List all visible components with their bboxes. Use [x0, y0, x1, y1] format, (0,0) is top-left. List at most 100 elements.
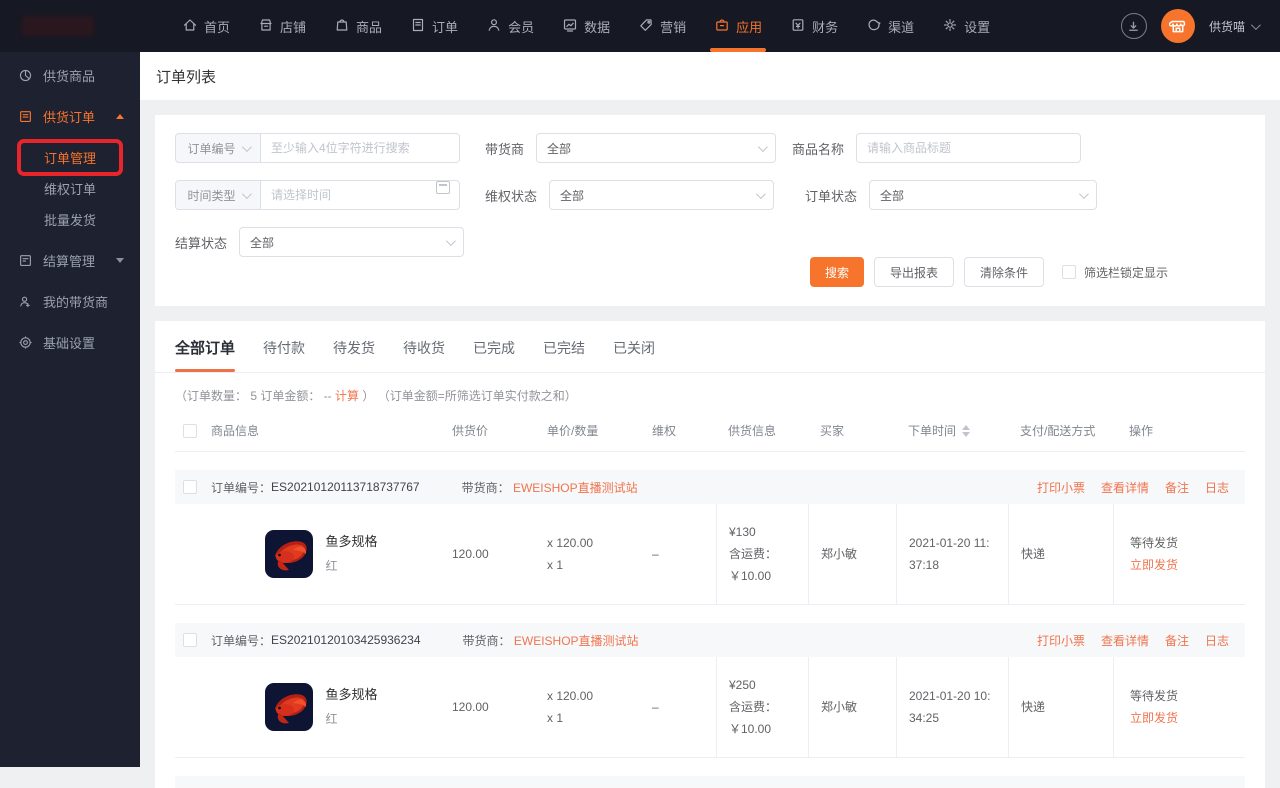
order-time-line1: 2021-01-20 10: — [909, 689, 991, 703]
nav-item-members[interactable]: 会员 — [472, 0, 548, 52]
nav-item-apps[interactable]: 应用 — [700, 0, 776, 52]
order-no-type-select[interactable]: 订单编号 — [176, 134, 261, 162]
nav-item-store[interactable]: 店铺 — [244, 0, 320, 52]
nav-item-data[interactable]: 数据 — [548, 0, 624, 52]
tab-pending-payment[interactable]: 待付款 — [263, 338, 305, 372]
pie-chart-icon — [19, 69, 32, 82]
order-status-select[interactable]: 全部 — [869, 180, 1098, 210]
row-checkbox[interactable] — [183, 480, 197, 494]
settle-status-select[interactable]: 全部 — [239, 227, 465, 257]
export-button[interactable]: 导出报表 — [874, 257, 955, 287]
nav-item-channel[interactable]: 渠道 — [852, 0, 928, 52]
product-name-input-wrap — [856, 133, 1082, 163]
nav-item-home[interactable]: 首页 — [168, 0, 244, 52]
sidebar-item-supply-goods[interactable]: 供货商品 — [0, 60, 140, 91]
sidebar-item-label: 结算管理 — [43, 254, 96, 269]
chevron-down-icon — [1078, 188, 1089, 199]
product-title: 鱼多规格 — [325, 687, 378, 702]
clear-button[interactable]: 清除条件 — [964, 257, 1045, 287]
col-header-supply-price: 供货价 — [452, 424, 489, 438]
nav-item-finance[interactable]: 财务 — [776, 0, 852, 52]
orders-panel: 全部订单 待付款 待发货 待收货 已完成 已完结 已关闭 （订单数量： 5 订单… — [155, 321, 1265, 788]
sidebar-item-my-resellers[interactable]: 我的带货商 — [0, 286, 140, 317]
view-detail-link[interactable]: 查看详情 — [1101, 479, 1149, 496]
row-checkbox[interactable] — [183, 633, 197, 647]
sidebar-item-settlement[interactable]: 结算管理 — [0, 245, 140, 276]
shop-link[interactable]: EWEISHOP直播测试站 — [514, 634, 639, 648]
log-link[interactable]: 日志 — [1205, 632, 1229, 649]
supply-total: ¥130 — [729, 525, 756, 539]
settlement-icon — [20, 255, 31, 266]
col-header-operate: 操作 — [1129, 424, 1154, 438]
sort-icon[interactable] — [962, 424, 971, 437]
nav-item-orders[interactable]: 订单 — [396, 0, 472, 52]
cell-checkbox-spacer — [175, 657, 205, 757]
print-receipt-link[interactable]: 打印小票 — [1037, 479, 1085, 496]
product-image — [265, 530, 314, 578]
main-content: 订单列表 订单编号 带货商 全部 商品名称 — [140, 52, 1280, 788]
sidebar-item-order-management[interactable]: 订单管理 — [0, 139, 140, 176]
reseller-select-value: 全部 — [547, 141, 572, 156]
calendar-icon — [436, 181, 450, 194]
order-no-input[interactable] — [261, 134, 459, 162]
chevron-down-icon — [445, 235, 456, 246]
tab-pending-receipt[interactable]: 待收货 — [403, 338, 445, 372]
product-spec: 红 — [325, 559, 338, 573]
reseller-select[interactable]: 全部 — [536, 133, 777, 163]
order-list-icon — [20, 111, 31, 122]
ship-status: 等待发货 — [1130, 689, 1179, 703]
order-data-row: 鱼多规格 红 120.00 x 120.00 x 1 – ¥250 含运费：￥1… — [175, 657, 1245, 758]
select-all-checkbox[interactable] — [183, 423, 197, 438]
lock-filter-checkbox[interactable] — [1062, 265, 1077, 279]
caret-down-icon — [116, 258, 124, 263]
order-icon — [410, 17, 426, 36]
nav-item-marketing[interactable]: 营销 — [624, 0, 700, 52]
member-icon — [486, 17, 502, 36]
tab-closed[interactable]: 已关闭 — [613, 338, 655, 372]
ship-now-link[interactable]: 立即发货 — [1130, 554, 1237, 576]
sidebar-item-supply-orders[interactable]: 供货订单 — [0, 101, 140, 132]
order-actions: 打印小票 查看详情 备注 日志 — [1037, 479, 1229, 496]
log-link[interactable]: 日志 — [1205, 479, 1229, 496]
remark-link[interactable]: 备注 — [1165, 632, 1189, 649]
time-type-select[interactable]: 时间类型 — [176, 181, 261, 209]
sidebar-item-basic-settings[interactable]: 基础设置 — [0, 327, 140, 358]
nav-item-goods[interactable]: 商品 — [320, 0, 396, 52]
sidebar-item-rights-orders[interactable]: 维权订单 — [0, 173, 140, 204]
lock-filter-label: 筛选栏锁定显示 — [1084, 265, 1169, 280]
shop-label: 带货商： — [462, 633, 511, 648]
ship-status: 等待发货 — [1130, 536, 1179, 550]
rights-status-select[interactable]: 全部 — [549, 180, 775, 210]
product-spec: 红 — [325, 712, 338, 726]
app-icon — [714, 17, 730, 36]
avatar[interactable] — [1160, 9, 1195, 43]
time-range-input[interactable] — [261, 181, 436, 209]
search-button[interactable]: 搜索 — [810, 257, 865, 287]
ship-now-link[interactable]: 立即发货 — [1130, 707, 1237, 729]
tab-all-orders[interactable]: 全部订单 — [175, 337, 236, 372]
time-search-group: 时间类型 — [175, 180, 460, 210]
table-header-row: 商品信息 供货价 单价/数量 维权 供货信息 买家 下单时间 支付/配送方式 操… — [175, 412, 1245, 452]
reseller-label: 带货商 — [485, 141, 525, 157]
order-status-label: 订单状态 — [805, 188, 858, 204]
remark-link[interactable]: 备注 — [1165, 479, 1189, 496]
user-name: 供货喵 — [1208, 19, 1245, 34]
tab-pending-shipment[interactable]: 待发货 — [333, 338, 375, 372]
nav-item-settings[interactable]: 设置 — [928, 0, 1004, 52]
product-name-input[interactable] — [857, 141, 1081, 155]
tab-finished[interactable]: 已完结 — [543, 338, 585, 372]
calculate-link[interactable]: 计算 — [335, 389, 359, 403]
fish-image — [265, 530, 314, 578]
cell-supply-info: ¥250 含运费：￥10.00 — [716, 657, 808, 757]
view-detail-link[interactable]: 查看详情 — [1101, 632, 1149, 649]
chevron-down-icon — [755, 188, 766, 199]
sidebar-item-batch-shipping[interactable]: 批量发货 — [0, 204, 140, 235]
order-summary: （订单数量： 5 订单金额： -- 计算 ） （订单金额=所筛选订单实付款之和） — [155, 373, 1265, 412]
sidebar-item-label: 基础设置 — [43, 336, 96, 351]
download-button[interactable] — [1120, 13, 1147, 39]
tab-completed[interactable]: 已完成 — [473, 338, 515, 372]
shop-link[interactable]: EWEISHOP直播测试站 — [513, 481, 638, 495]
user-menu[interactable]: 供货喵 — [1208, 18, 1261, 35]
print-receipt-link[interactable]: 打印小票 — [1037, 632, 1085, 649]
fish-image — [265, 683, 314, 731]
